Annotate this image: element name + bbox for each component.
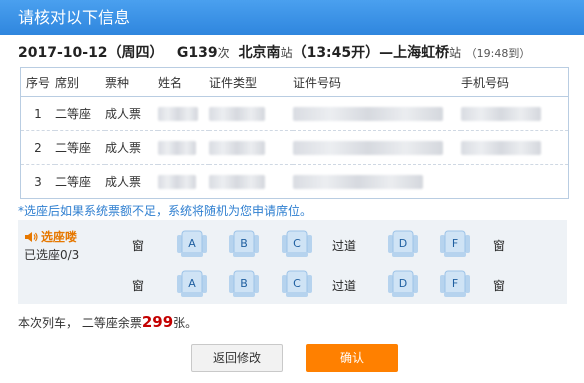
- row-name-masked: [158, 130, 209, 165]
- row-name-masked: [158, 96, 209, 131]
- table-header-row: 序号 席别 票种 姓名 证件类型 证件号码 手机号码: [20, 67, 569, 97]
- remaining-suffix: 张。: [173, 316, 198, 330]
- seat-selection-panel: 选座喽 已选座0/3 窗过道窗 A B C D F 窗过道窗 A B C D F: [18, 220, 567, 304]
- seat-notice: *选座后如果系统票额不足，系统将随机为您申请席位。: [18, 204, 313, 218]
- depart-time: （13:45开）: [292, 45, 380, 61]
- seat-letter: F: [451, 277, 459, 290]
- seat-letter: B: [240, 237, 248, 250]
- seat-letter: A: [188, 277, 196, 290]
- row-id-type-masked: [209, 165, 293, 199]
- row-ticket-type: 成人票: [105, 96, 158, 131]
- seat-letter: B: [240, 277, 248, 290]
- from-station-suffix: 站: [280, 46, 293, 60]
- trip-summary: 2017-10-12（周四） G139次 北京南站（13:45开）—上海虹桥站 …: [18, 42, 530, 62]
- row-id-number-masked: [293, 165, 461, 199]
- remaining-prefix: 本次列车， 二等座余票: [18, 316, 142, 330]
- to-station: 上海虹桥: [393, 45, 450, 61]
- remaining-tickets: 本次列车， 二等座余票299张。: [18, 313, 197, 331]
- row-ticket-type: 成人票: [105, 130, 158, 165]
- header-name: 姓名: [158, 67, 209, 97]
- row-no: 1: [20, 96, 55, 131]
- row-ticket-type: 成人票: [105, 175, 142, 189]
- table-row: 2 二等座 成人票: [20, 130, 569, 165]
- row-seat-class: 二等座: [55, 130, 105, 165]
- aisle-label: 过道: [331, 279, 356, 293]
- to-station-suffix: 站: [449, 46, 462, 60]
- window-label: 窗: [492, 239, 505, 253]
- seat-letter: C: [293, 277, 301, 290]
- aisle-label: 过道: [331, 239, 356, 253]
- seat-c-button[interactable]: C: [280, 229, 314, 259]
- row-id-number-masked: [293, 130, 461, 165]
- row-id-number-masked: [293, 96, 461, 131]
- window-label: 窗: [492, 279, 505, 293]
- train-suffix: 次: [217, 46, 230, 60]
- seat-d-button[interactable]: D: [386, 229, 420, 259]
- seat-row-2: 窗 过道 窗 A B C D F: [18, 266, 567, 302]
- seat-a-button[interactable]: A: [175, 269, 209, 299]
- remaining-count: 299: [141, 313, 174, 331]
- seat-b-button[interactable]: B: [227, 269, 261, 299]
- header-no: 序号: [20, 67, 55, 97]
- header-seat-class: 席别: [55, 67, 105, 97]
- seat-d-button[interactable]: D: [386, 269, 420, 299]
- row-id-type-masked: [209, 130, 293, 165]
- train-number: G139: [176, 45, 218, 61]
- seat-f-button[interactable]: F: [438, 229, 472, 259]
- table-row: 1 二等座 成人票: [20, 96, 569, 131]
- row-phone-masked: [461, 130, 569, 165]
- trip-weekday: （周四）: [107, 45, 164, 61]
- seat-row-1: 窗 过道 窗 A B C D F: [18, 226, 567, 262]
- window-label: 窗: [131, 279, 144, 293]
- confirm-button[interactable]: 确认: [306, 344, 398, 372]
- table-row: 3 二等座 成人票: [21, 165, 569, 199]
- row-seat-class: 二等座: [55, 175, 92, 189]
- trip-dash: —: [379, 45, 394, 61]
- row-id-type-masked: [209, 96, 293, 131]
- passenger-table: 序号 席别 票种 姓名 证件类型 证件号码 手机号码 1 二等座 成人票 2 二…: [20, 67, 569, 199]
- seat-c-button[interactable]: C: [280, 269, 314, 299]
- header-ticket-type: 票种: [105, 67, 158, 97]
- row-no: 2: [20, 130, 55, 165]
- seat-letter: C: [293, 237, 301, 250]
- dialog-title: 请核对以下信息: [18, 8, 131, 27]
- from-station: 北京南: [238, 45, 281, 61]
- seat-a-button[interactable]: A: [175, 229, 209, 259]
- seat-letter: A: [188, 237, 196, 250]
- window-label: 窗: [131, 239, 144, 253]
- row-phone-masked: [461, 96, 569, 131]
- seat-letter: D: [398, 237, 408, 250]
- row-no: 3: [34, 174, 42, 189]
- row-phone-masked: [461, 165, 569, 199]
- trip-date: 2017-10-12: [18, 45, 108, 61]
- header-id-number: 证件号码: [293, 67, 461, 97]
- back-modify-button[interactable]: 返回修改: [191, 344, 283, 372]
- dialog-title-bar: 请核对以下信息: [0, 0, 584, 35]
- seat-f-button[interactable]: F: [438, 269, 472, 299]
- arrive-time: （19:48到）: [465, 47, 531, 60]
- header-phone: 手机号码: [461, 67, 569, 97]
- row-name-masked: [158, 165, 209, 199]
- header-id-type: 证件类型: [209, 67, 293, 97]
- seat-letter: D: [398, 277, 408, 290]
- seat-letter: F: [451, 237, 459, 250]
- seat-b-button[interactable]: B: [227, 229, 261, 259]
- row-seat-class: 二等座: [55, 96, 105, 131]
